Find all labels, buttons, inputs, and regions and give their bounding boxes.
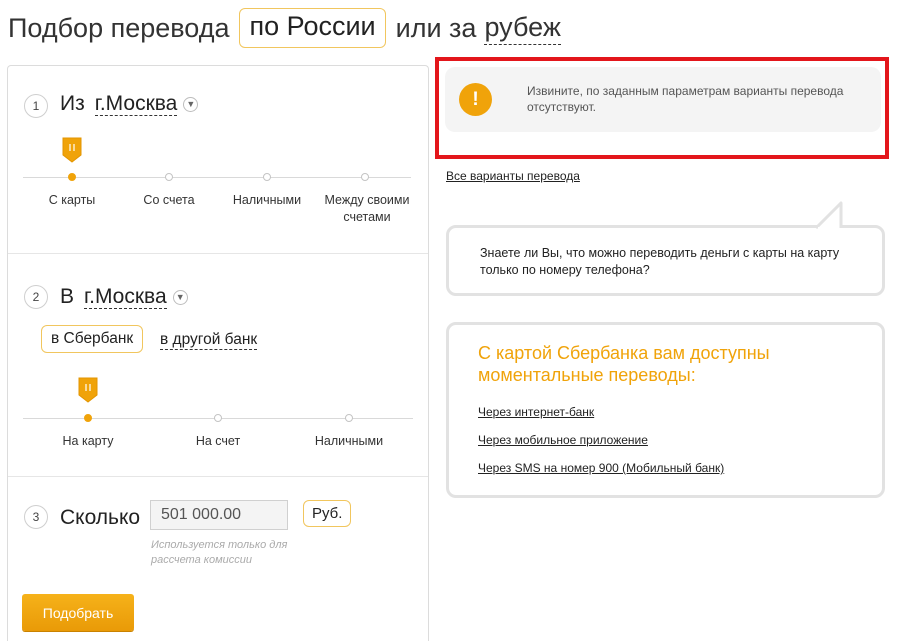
title-prefix: Подбор перевода — [8, 12, 230, 43]
tab-abroad[interactable]: рубеж — [484, 12, 561, 45]
card-title: С картой Сбербанка вам доступны моментал… — [478, 343, 770, 385]
option-from-cash[interactable]: Наличными — [227, 192, 307, 209]
step-2-option-dot[interactable] — [214, 414, 222, 422]
submit-button[interactable]: Подобрать — [22, 594, 134, 631]
bank-sberbank-option[interactable]: в Сбербанк — [41, 325, 144, 353]
step-1-option-dot[interactable] — [361, 173, 369, 181]
amount-input[interactable] — [150, 500, 288, 530]
tab-russia[interactable]: по России — [239, 8, 386, 48]
step-1-title: Из г.Москва ▼ — [60, 92, 199, 116]
highlight-frame — [435, 57, 889, 159]
option-from-card[interactable]: С карты — [32, 192, 112, 209]
option-to-account[interactable]: На счет — [178, 433, 258, 450]
step-1-option-dot[interactable] — [68, 173, 76, 181]
tip-bubble: Знаете ли Вы, что можно переводить деньг… — [446, 225, 885, 296]
transfer-form-panel: 1 Из г.Москва ▼ С карты Со счета Наличны… — [7, 65, 429, 641]
step-1-option-dot[interactable] — [165, 173, 173, 181]
link-internet-bank[interactable]: Через интернет-банк — [478, 405, 594, 419]
step-2-label: В — [60, 285, 75, 308]
slider-handle-icon[interactable] — [78, 377, 98, 403]
option-between-own-accounts[interactable]: Между своими счетами — [314, 192, 420, 226]
option-to-card[interactable]: На карту — [48, 433, 128, 450]
amount-hint: Используется только для рассчета комисси… — [151, 539, 288, 566]
step-2-option-dot[interactable] — [345, 414, 353, 422]
link-sms-mobile-bank[interactable]: Через SMS на номер 900 (Мобильный банк) — [478, 461, 724, 475]
tip-text: Знаете ли Вы, что можно переводить деньг… — [480, 246, 840, 277]
title-connector: или за — [395, 12, 477, 43]
step-3-number: 3 — [24, 505, 48, 529]
page-title: Подбор перевода по России или за рубеж — [8, 8, 561, 48]
step-1-number: 1 — [24, 94, 48, 118]
step-1-label: Из — [60, 92, 85, 115]
step-2-title: В г.Москва ▼ — [60, 285, 188, 309]
step-2-option-dot[interactable] — [84, 414, 92, 422]
slider-handle-icon[interactable] — [62, 137, 82, 163]
chevron-down-icon[interactable]: ▼ — [172, 289, 188, 305]
bubble-tail-icon — [814, 201, 843, 229]
option-to-cash[interactable]: Наличными — [304, 433, 394, 450]
chevron-down-icon[interactable]: ▼ — [183, 96, 199, 112]
step-1-slider-track[interactable] — [23, 177, 411, 178]
from-city-select[interactable]: г.Москва — [94, 92, 178, 116]
all-variants-link[interactable]: Все варианты перевода — [446, 169, 580, 183]
currency-select[interactable]: Руб. — [303, 500, 352, 527]
option-from-account[interactable]: Со счета — [129, 192, 209, 209]
step-2-number: 2 — [24, 285, 48, 309]
bank-other-option[interactable]: в другой банк — [160, 331, 258, 350]
link-mobile-app[interactable]: Через мобильное приложение — [478, 433, 648, 447]
divider — [8, 476, 428, 477]
step-3-title: Сколько — [60, 506, 141, 529]
sberbank-instant-transfers-card: С картой Сбербанка вам доступны моментал… — [446, 322, 885, 498]
divider — [8, 253, 428, 254]
to-city-select[interactable]: г.Москва — [84, 285, 167, 309]
step-1-option-dot[interactable] — [263, 173, 271, 181]
